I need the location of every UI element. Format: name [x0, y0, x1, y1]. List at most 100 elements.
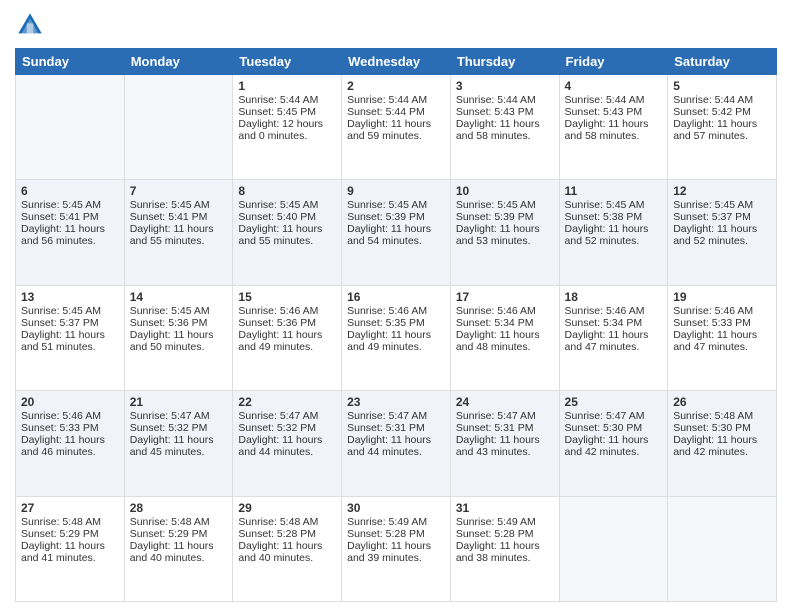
- calendar-cell: 2Sunrise: 5:44 AMSunset: 5:44 PMDaylight…: [342, 75, 451, 180]
- logo-icon: [15, 10, 45, 40]
- calendar-cell: 29Sunrise: 5:48 AMSunset: 5:28 PMDayligh…: [233, 496, 342, 601]
- daylight-text: Daylight: 11 hours and 59 minutes.: [347, 118, 445, 142]
- sunset-text: Sunset: 5:34 PM: [565, 317, 663, 329]
- sunset-text: Sunset: 5:44 PM: [347, 106, 445, 118]
- week-row-3: 13Sunrise: 5:45 AMSunset: 5:37 PM Dayligh…: [16, 285, 777, 390]
- day-number: 14: [130, 290, 228, 304]
- calendar-cell: 11Sunrise: 5:45 AMSunset: 5:38 PMDayligh…: [559, 180, 668, 285]
- calendar-cell: 25Sunrise: 5:47 AMSunset: 5:30 PMDayligh…: [559, 391, 668, 496]
- sunrise-text: Sunrise: 5:47 AM: [456, 410, 554, 422]
- day-number: 3: [456, 79, 554, 93]
- day-number: 29: [238, 501, 336, 515]
- day-number: 20: [21, 395, 119, 409]
- sunset-text: Sunset: 5:30 PM: [673, 422, 771, 434]
- sunrise-text: Sunrise: 5:45 AM: [565, 199, 663, 211]
- weekday-header-row: SundayMondayTuesdayWednesdayThursdayFrid…: [16, 49, 777, 75]
- day-number: 11: [565, 184, 663, 198]
- daylight-text: Daylight: 11 hours and 38 minutes.: [456, 540, 554, 564]
- day-number: 12: [673, 184, 771, 198]
- calendar-cell: 5Sunrise: 5:44 AMSunset: 5:42 PMDaylight…: [668, 75, 777, 180]
- sunrise-text: Sunrise: 5:46 AM: [21, 410, 119, 422]
- daylight-text: Daylight: 11 hours and 50 minutes.: [130, 329, 228, 353]
- day-number: 28: [130, 501, 228, 515]
- week-row-1: 1Sunrise: 5:44 AMSunset: 5:45 PMDaylight…: [16, 75, 777, 180]
- calendar-cell: [16, 75, 125, 180]
- week-row-5: 27Sunrise: 5:48 AMSunset: 5:29 PMDayligh…: [16, 496, 777, 601]
- daylight-text: Daylight: 11 hours and 57 minutes.: [673, 118, 771, 142]
- sunrise-text: Sunrise: 5:47 AM: [347, 410, 445, 422]
- sunrise-text: Sunrise: 5:45 AM: [673, 199, 771, 211]
- day-number: 1: [238, 79, 336, 93]
- sunset-text: Sunset: 5:28 PM: [456, 528, 554, 540]
- calendar-cell: 14Sunrise: 5:45 AMSunset: 5:36 PMDayligh…: [124, 285, 233, 390]
- calendar-cell: 19Sunrise: 5:46 AMSunset: 5:33 PMDayligh…: [668, 285, 777, 390]
- daylight-text: Daylight: 11 hours and 52 minutes.: [673, 223, 771, 247]
- day-number: 7: [130, 184, 228, 198]
- day-number: 21: [130, 395, 228, 409]
- sunset-text: Sunset: 5:29 PM: [130, 528, 228, 540]
- sunset-text: Sunset: 5:31 PM: [347, 422, 445, 434]
- sunset-text: Sunset: 5:41 PM: [21, 211, 119, 223]
- page: SundayMondayTuesdayWednesdayThursdayFrid…: [0, 0, 792, 612]
- daylight-text: Daylight: 11 hours and 41 minutes.: [21, 540, 119, 564]
- sunrise-text: Sunrise: 5:48 AM: [238, 516, 336, 528]
- daylight-text: Daylight: 11 hours and 56 minutes.: [21, 223, 119, 247]
- daylight-text: Daylight: 11 hours and 46 minutes.: [21, 434, 119, 458]
- sunrise-text: Sunrise: 5:48 AM: [673, 410, 771, 422]
- sunset-text: Sunset: 5:37 PM: [21, 317, 119, 329]
- daylight-text: Daylight: 11 hours and 49 minutes.: [238, 329, 336, 353]
- sunrise-text: Sunrise: 5:47 AM: [565, 410, 663, 422]
- daylight-text: Daylight: 11 hours and 55 minutes.: [130, 223, 228, 247]
- daylight-text: Daylight: 11 hours and 40 minutes.: [130, 540, 228, 564]
- day-number: 10: [456, 184, 554, 198]
- daylight-text: Daylight: 11 hours and 42 minutes.: [565, 434, 663, 458]
- sunrise-text: Sunrise: 5:44 AM: [347, 94, 445, 106]
- sunrise-text: Sunrise: 5:45 AM: [238, 199, 336, 211]
- sunrise-text: Sunrise: 5:45 AM: [130, 199, 228, 211]
- daylight-text: Daylight: 11 hours and 58 minutes.: [456, 118, 554, 142]
- sunrise-text: Sunrise: 5:45 AM: [21, 199, 119, 211]
- sunset-text: Sunset: 5:43 PM: [456, 106, 554, 118]
- sunset-text: Sunset: 5:36 PM: [130, 317, 228, 329]
- day-number: 25: [565, 395, 663, 409]
- sunrise-text: Sunrise: 5:48 AM: [21, 516, 119, 528]
- calendar-cell: 26Sunrise: 5:48 AMSunset: 5:30 PMDayligh…: [668, 391, 777, 496]
- daylight-text: Daylight: 11 hours and 55 minutes.: [238, 223, 336, 247]
- week-row-2: 6Sunrise: 5:45 AMSunset: 5:41 PMDaylight…: [16, 180, 777, 285]
- day-number: 31: [456, 501, 554, 515]
- weekday-header-sunday: Sunday: [16, 49, 125, 75]
- sunrise-text: Sunrise: 5:49 AM: [456, 516, 554, 528]
- day-number: 24: [456, 395, 554, 409]
- logo: [15, 10, 49, 40]
- sunset-text: Sunset: 5:43 PM: [565, 106, 663, 118]
- sunset-text: Sunset: 5:34 PM: [456, 317, 554, 329]
- daylight-text: Daylight: 11 hours and 43 minutes.: [456, 434, 554, 458]
- calendar-cell: [559, 496, 668, 601]
- calendar-cell: 6Sunrise: 5:45 AMSunset: 5:41 PMDaylight…: [16, 180, 125, 285]
- sunrise-text: Sunrise: 5:46 AM: [673, 305, 771, 317]
- daylight-text: Daylight: 11 hours and 45 minutes.: [130, 434, 228, 458]
- sunrise-text: Sunrise: 5:44 AM: [673, 94, 771, 106]
- calendar-cell: 31Sunrise: 5:49 AMSunset: 5:28 PMDayligh…: [450, 496, 559, 601]
- sunset-text: Sunset: 5:41 PM: [130, 211, 228, 223]
- calendar-cell: 10Sunrise: 5:45 AMSunset: 5:39 PMDayligh…: [450, 180, 559, 285]
- sunrise-text: Sunrise: 5:44 AM: [565, 94, 663, 106]
- sunset-text: Sunset: 5:42 PM: [673, 106, 771, 118]
- day-number: 26: [673, 395, 771, 409]
- daylight-text: Daylight: 11 hours and 58 minutes.: [565, 118, 663, 142]
- daylight-text: Daylight: 11 hours and 42 minutes.: [673, 434, 771, 458]
- calendar-cell: 27Sunrise: 5:48 AMSunset: 5:29 PMDayligh…: [16, 496, 125, 601]
- sunrise-text: Sunrise: 5:45 AM: [21, 305, 119, 317]
- calendar-cell: 21Sunrise: 5:47 AMSunset: 5:32 PMDayligh…: [124, 391, 233, 496]
- weekday-header-wednesday: Wednesday: [342, 49, 451, 75]
- daylight-text: Daylight: 11 hours and 44 minutes.: [238, 434, 336, 458]
- day-number: 13: [21, 290, 119, 304]
- day-number: 19: [673, 290, 771, 304]
- day-number: 6: [21, 184, 119, 198]
- daylight-text: Daylight: 11 hours and 39 minutes.: [347, 540, 445, 564]
- sunset-text: Sunset: 5:32 PM: [130, 422, 228, 434]
- sunrise-text: Sunrise: 5:47 AM: [238, 410, 336, 422]
- sunrise-text: Sunrise: 5:44 AM: [238, 94, 336, 106]
- weekday-header-saturday: Saturday: [668, 49, 777, 75]
- calendar-cell: 12Sunrise: 5:45 AMSunset: 5:37 PMDayligh…: [668, 180, 777, 285]
